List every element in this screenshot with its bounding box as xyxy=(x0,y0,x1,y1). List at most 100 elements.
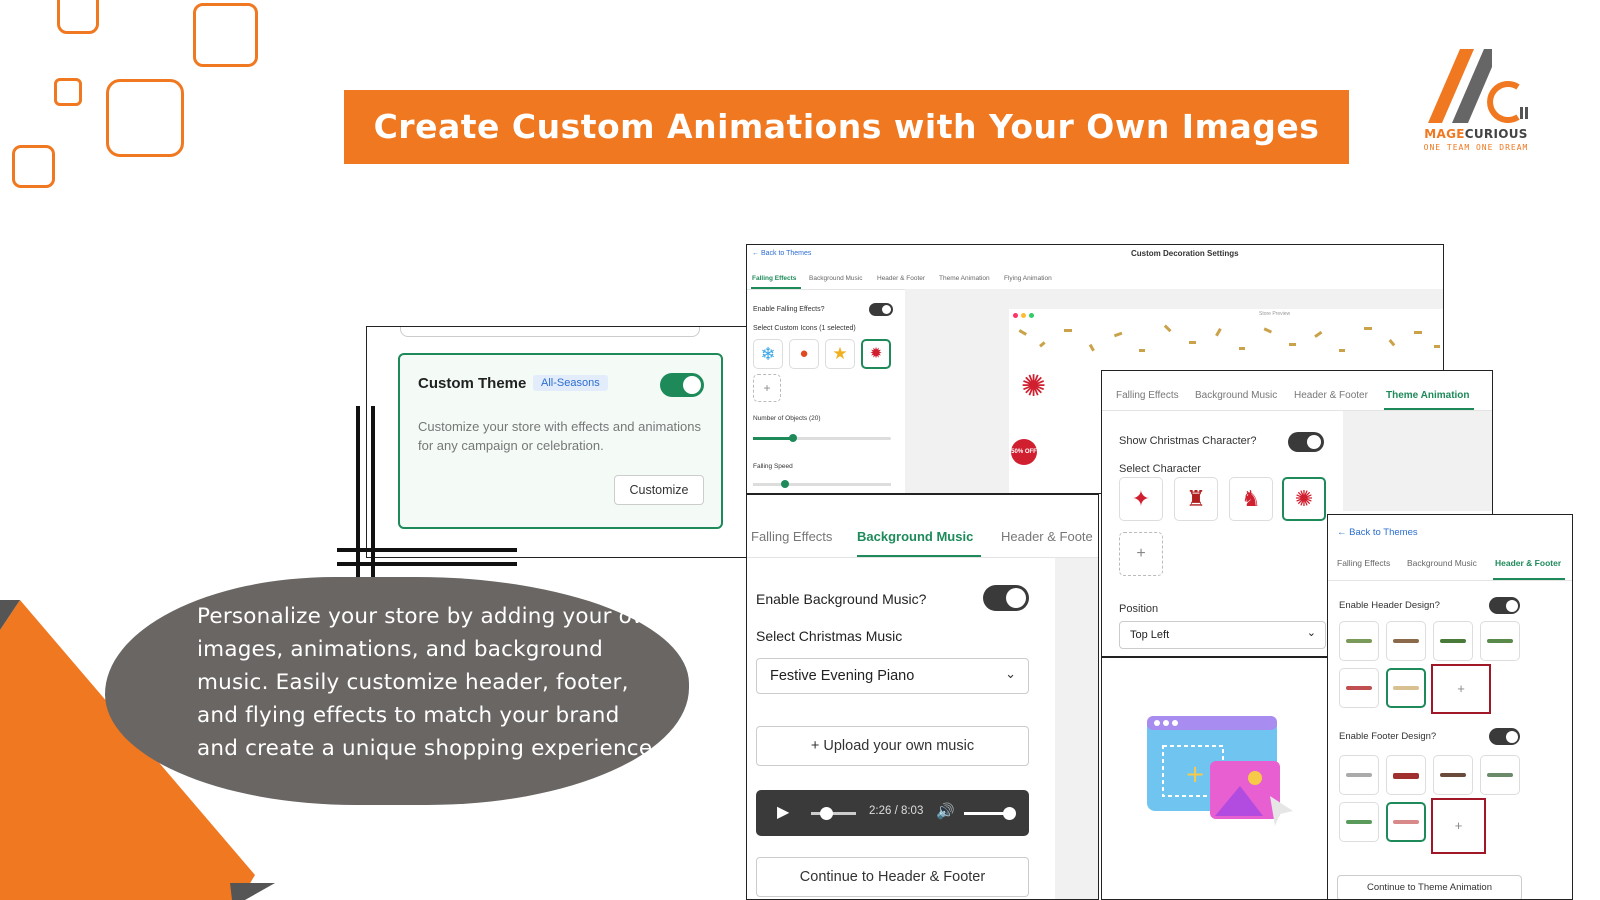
continue-theme-animation-button[interactable]: Continue to Theme Animation xyxy=(1337,875,1522,899)
tab-falling-effects[interactable]: Falling Effects xyxy=(751,529,832,544)
magecurious-logo-icon xyxy=(1428,49,1528,123)
back-link[interactable]: ← Back to Themes xyxy=(752,250,811,257)
volume-slider[interactable] xyxy=(964,807,1016,820)
header-toggle[interactable] xyxy=(1489,597,1520,614)
footer-design-thumb[interactable] xyxy=(1339,802,1379,842)
santa-3-icon[interactable]: ♞ xyxy=(1229,477,1273,521)
add-footer-design-button[interactable]: + xyxy=(1431,798,1486,854)
santa-flying-icon: ✺ xyxy=(1021,370,1047,403)
volume-icon[interactable]: 🔊 xyxy=(936,802,955,820)
select-icons-label: Select Custom Icons (1 selected) xyxy=(753,325,856,332)
objects-slider[interactable] xyxy=(753,434,891,442)
tab-background-music[interactable]: Background Music xyxy=(857,529,973,544)
music-toggle[interactable] xyxy=(983,585,1029,611)
character-toggle[interactable] xyxy=(1288,432,1324,452)
decor-square xyxy=(57,0,99,34)
header-design-thumb[interactable] xyxy=(1480,621,1520,661)
enable-falling-label: Enable Falling Effects? xyxy=(753,306,825,313)
header-footer-panel: ← Back to Themes Falling Effects Backgro… xyxy=(1327,514,1573,900)
svg-text:+: + xyxy=(1185,760,1205,788)
custom-theme-card[interactable]: Custom Theme All-Seasons Customize your … xyxy=(398,353,723,529)
tab-falling-effects[interactable]: Falling Effects xyxy=(1116,390,1179,401)
sale-badge-icon[interactable]: ✹ xyxy=(861,339,891,369)
enable-footer-label: Enable Footer Design? xyxy=(1339,731,1437,742)
customize-button[interactable]: Customize xyxy=(614,475,704,505)
page-title: Create Custom Animations with Your Own I… xyxy=(344,90,1349,164)
header-design-thumb-selected[interactable] xyxy=(1386,668,1426,708)
settings-title: Custom Decoration Settings xyxy=(1131,249,1239,258)
santa-2-icon[interactable]: ♜ xyxy=(1174,477,1218,521)
sale-badge: 50% OFF xyxy=(1011,439,1037,465)
star-icon[interactable]: ★ xyxy=(825,339,855,369)
tab-header-footer[interactable]: Header & Footer xyxy=(1495,558,1561,568)
play-icon[interactable]: ▶ xyxy=(777,802,789,822)
tab-header-footer[interactable]: Header & Footer xyxy=(1294,390,1368,401)
decor-line xyxy=(371,406,375,586)
footer-design-thumb[interactable] xyxy=(1433,755,1473,795)
tab-flying-animation[interactable]: Flying Animation xyxy=(1004,275,1052,282)
santa-4-icon[interactable]: ✺ xyxy=(1282,477,1326,521)
position-select[interactable]: Top Left ⌄ xyxy=(1119,621,1326,649)
theme-badge: All-Seasons xyxy=(533,375,608,391)
footer-design-thumb[interactable] xyxy=(1480,755,1520,795)
header-design-thumb[interactable] xyxy=(1339,621,1379,661)
time-display: 2:26 / 8:03 xyxy=(869,805,924,817)
decor-square xyxy=(106,79,184,157)
show-character-label: Show Christmas Character? xyxy=(1119,435,1257,447)
theme-toggle[interactable] xyxy=(660,373,704,397)
continue-header-footer-button[interactable]: Continue to Header & Footer xyxy=(756,857,1029,897)
footer-design-thumb-selected[interactable] xyxy=(1386,802,1426,842)
select-music-label: Select Christmas Music xyxy=(756,628,903,644)
description-text: Personalize your store by adding your ow… xyxy=(197,604,664,761)
tab-header-footer[interactable]: Header & Footer xyxy=(877,275,925,282)
tab-background-music[interactable]: Background Music xyxy=(1195,390,1277,401)
decor-line xyxy=(337,562,517,566)
image-upload-illustration-icon: + xyxy=(1147,716,1293,826)
decor-line xyxy=(356,406,360,586)
music-select[interactable]: Festive Evening Piano ⌄ xyxy=(756,658,1029,694)
brand-logo: MAGECURIOUS ONE TEAM ONE DREAM xyxy=(1420,45,1532,155)
santa-1-icon[interactable]: ✦ xyxy=(1119,477,1163,521)
theme-title: Custom Theme xyxy=(418,375,527,392)
enable-music-label: Enable Background Music? xyxy=(756,591,927,607)
add-header-design-button[interactable]: + xyxy=(1431,664,1491,714)
position-value: Top Left xyxy=(1130,629,1170,641)
speed-label: Falling Speed xyxy=(753,463,793,470)
footer-design-thumb[interactable] xyxy=(1339,755,1379,795)
add-icon-button[interactable]: + xyxy=(753,374,781,402)
tab-background-music[interactable]: Background Music xyxy=(1407,558,1477,568)
snowflake-icon[interactable]: ❄ xyxy=(753,339,783,369)
header-design-thumb[interactable] xyxy=(1433,621,1473,661)
position-label: Position xyxy=(1119,603,1159,615)
tab-theme-animation[interactable]: Theme Animation xyxy=(939,275,990,282)
tab-falling-effects[interactable]: Falling Effects xyxy=(752,275,796,282)
select-character-label: Select Character xyxy=(1119,463,1201,475)
brand-name: MAGECURIOUS xyxy=(1424,127,1528,141)
tab-falling-effects[interactable]: Falling Effects xyxy=(1337,558,1390,568)
footer-design-thumb[interactable] xyxy=(1386,755,1426,795)
ornament-icon[interactable]: ● xyxy=(789,339,819,369)
add-character-button[interactable]: + xyxy=(1119,532,1163,576)
header-design-thumb[interactable] xyxy=(1339,668,1379,708)
decor-square xyxy=(54,78,82,106)
decor-square xyxy=(193,3,258,67)
audio-player: ▶ 2:26 / 8:03 🔊 xyxy=(756,790,1029,836)
tab-header-footer[interactable]: Header & Foote xyxy=(1001,529,1093,544)
footer-toggle[interactable] xyxy=(1489,728,1520,745)
theme-panel: Custom Theme All-Seasons Customize your … xyxy=(366,326,751,558)
tab-theme-animation[interactable]: Theme Animation xyxy=(1386,390,1470,401)
back-link[interactable]: ← Back to Themes xyxy=(1337,527,1418,538)
preview-label: Store Preview xyxy=(1259,311,1291,317)
falling-toggle[interactable] xyxy=(869,303,893,316)
music-select-value: Festive Evening Piano xyxy=(770,668,915,684)
theme-description: Customize your store with effects and an… xyxy=(418,419,702,453)
tab-background-music[interactable]: Background Music xyxy=(809,275,862,282)
chevron-down-icon: ⌄ xyxy=(1306,627,1316,639)
upload-music-button[interactable]: + Upload your own music xyxy=(756,726,1029,766)
progress-bar[interactable] xyxy=(811,807,856,820)
header-design-thumb[interactable] xyxy=(1386,621,1426,661)
background-music-panel: Falling Effects Background Music Header … xyxy=(746,494,1099,900)
decor-line xyxy=(337,548,517,552)
objects-label: Number of Objects (20) xyxy=(753,415,821,422)
speed-slider[interactable] xyxy=(753,480,891,488)
